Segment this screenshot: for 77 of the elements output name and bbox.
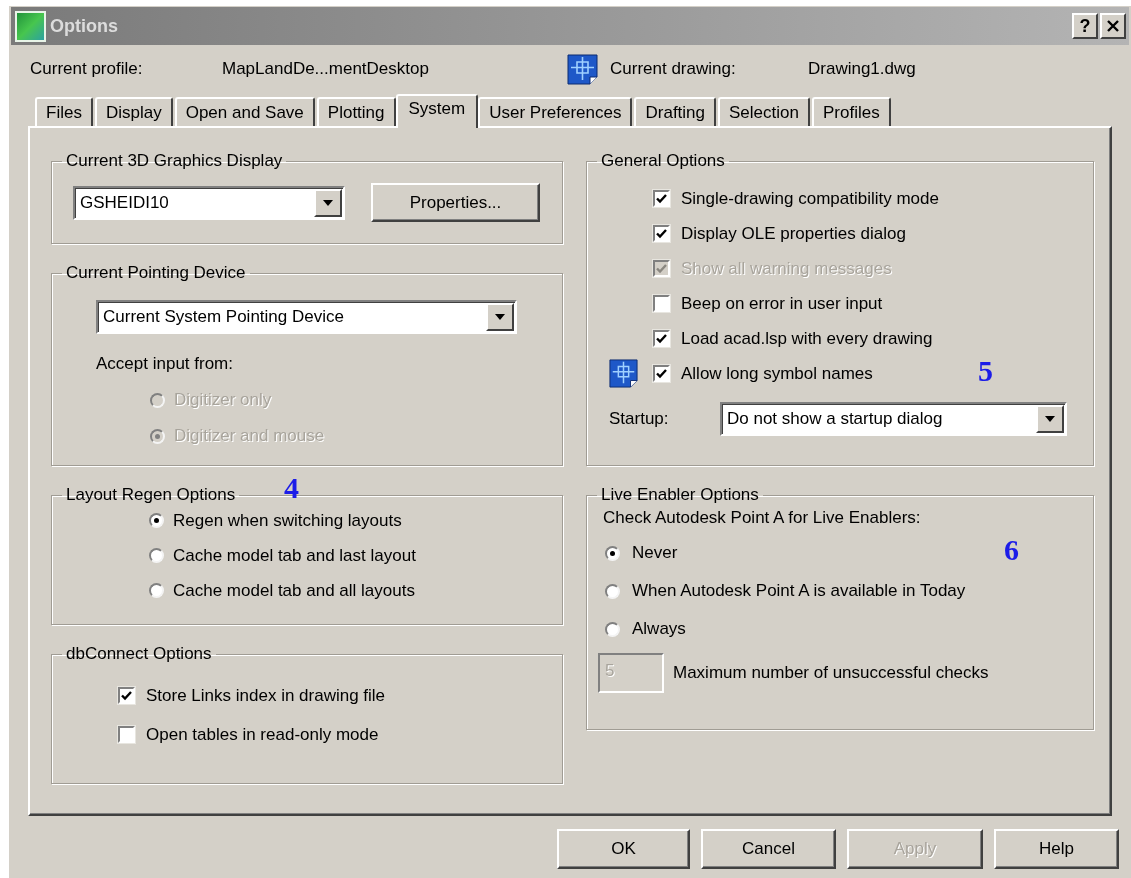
- app-icon: [15, 10, 46, 42]
- checkbox-label: Single-drawing compatibility mode: [681, 188, 939, 209]
- radio-label: Cache model tab and all layouts: [173, 580, 415, 601]
- checkbox-label: Store Links index in drawing file: [146, 685, 386, 706]
- tab[interactable]: Plotting: [316, 97, 396, 126]
- radio-label: Regen when switching layouts: [173, 510, 402, 531]
- caret-icon: [1045, 416, 1055, 422]
- tab[interactable]: Drafting: [634, 97, 716, 126]
- tab[interactable]: System: [395, 94, 479, 128]
- caret-icon: [323, 199, 333, 206]
- radio-label: Cache model tab and last layout: [173, 545, 416, 566]
- checkmark-icon: [655, 262, 668, 275]
- group-title: Current 3D Graphics Display: [65, 151, 284, 171]
- callout-number: 5: [978, 356, 993, 386]
- dialog-button[interactable]: OK: [557, 829, 690, 869]
- caret-icon: [495, 314, 505, 320]
- tab[interactable]: Selection: [718, 97, 810, 126]
- checkbox-label: Open tables in read-only mode: [146, 724, 379, 745]
- radio-label: Always: [632, 619, 686, 639]
- checkmark-icon: [655, 332, 668, 345]
- radio-label: Never: [632, 543, 678, 563]
- radio-button[interactable]: [605, 583, 620, 599]
- window-title: Options: [50, 15, 119, 37]
- checkbox[interactable]: [653, 295, 670, 312]
- checkbox-label: Allow long symbol names: [681, 363, 873, 384]
- startup-label: Startup:: [609, 409, 670, 429]
- accept-input-label: Accept input from:: [96, 354, 234, 374]
- dropdown[interactable]: GSHEIDI10: [73, 185, 345, 220]
- dropdown[interactable]: Do not show a startup dialog: [720, 402, 1067, 436]
- checkbox[interactable]: [653, 330, 670, 347]
- properties-button[interactable]: Properties...: [371, 183, 540, 222]
- group-title: Layout Regen Options: [65, 485, 237, 505]
- tab[interactable]: Files: [35, 97, 93, 126]
- blueprint-icon: [567, 53, 598, 85]
- radio-button[interactable]: [149, 583, 164, 598]
- checkmark-icon: [655, 192, 668, 205]
- close-button[interactable]: [1100, 13, 1126, 39]
- checkbox[interactable]: [653, 190, 670, 207]
- help-button[interactable]: ?: [1072, 13, 1098, 39]
- radio-button[interactable]: [605, 545, 620, 561]
- callout-number: 4: [284, 473, 299, 503]
- profile-label: Current profile:: [30, 59, 144, 79]
- dropdown-button[interactable]: [486, 303, 514, 331]
- max-checks-label: Maximum number of unsuccessful checks: [673, 663, 989, 683]
- checkbox-label: Display OLE properties dialog: [681, 223, 906, 244]
- dialog-button[interactable]: Help: [994, 829, 1119, 869]
- checkbox-label: Beep on error in user input: [681, 293, 883, 314]
- group-title: dbConnect Options: [65, 644, 213, 664]
- checkbox[interactable]: [118, 726, 135, 743]
- radio-button[interactable]: [149, 513, 164, 528]
- tab[interactable]: Open and Save: [174, 97, 315, 126]
- tab[interactable]: Profiles: [811, 97, 891, 126]
- tab[interactable]: User Preferences: [478, 97, 633, 126]
- close-icon: [1106, 19, 1120, 33]
- callout-number: 6: [1004, 535, 1019, 565]
- checkmark-icon: [655, 367, 668, 380]
- group-title: General Options: [600, 151, 726, 171]
- checkbox[interactable]: [118, 687, 135, 704]
- group-title: Live Enabler Options: [600, 485, 760, 505]
- dropdown-button[interactable]: [314, 188, 342, 217]
- group-title: Current Pointing Device: [65, 263, 247, 283]
- drawing-value: Drawing1.dwg: [808, 59, 916, 79]
- radio-button[interactable]: [149, 548, 164, 563]
- checkbox-label: Load acad.lsp with every drawing: [681, 328, 933, 349]
- dropdown-button[interactable]: [1036, 405, 1064, 433]
- dropdown[interactable]: Current System Pointing Device: [96, 300, 517, 334]
- checkmark-icon: [655, 227, 668, 240]
- checkmark-icon: [120, 689, 133, 702]
- radio-label: When Autodesk Point A is available in Today: [632, 581, 966, 601]
- checkbox[interactable]: [653, 365, 670, 382]
- prompt-text: Check Autodesk Point A for Live Enablers:: [603, 508, 922, 528]
- tab[interactable]: Display: [94, 97, 173, 126]
- radio-button[interactable]: [605, 621, 620, 637]
- profile-value: MapLandDe...mentDesktop: [222, 59, 430, 79]
- dialog-button[interactable]: Cancel: [701, 829, 836, 869]
- checkbox[interactable]: [653, 225, 670, 242]
- drawing-label: Current drawing:: [610, 59, 737, 79]
